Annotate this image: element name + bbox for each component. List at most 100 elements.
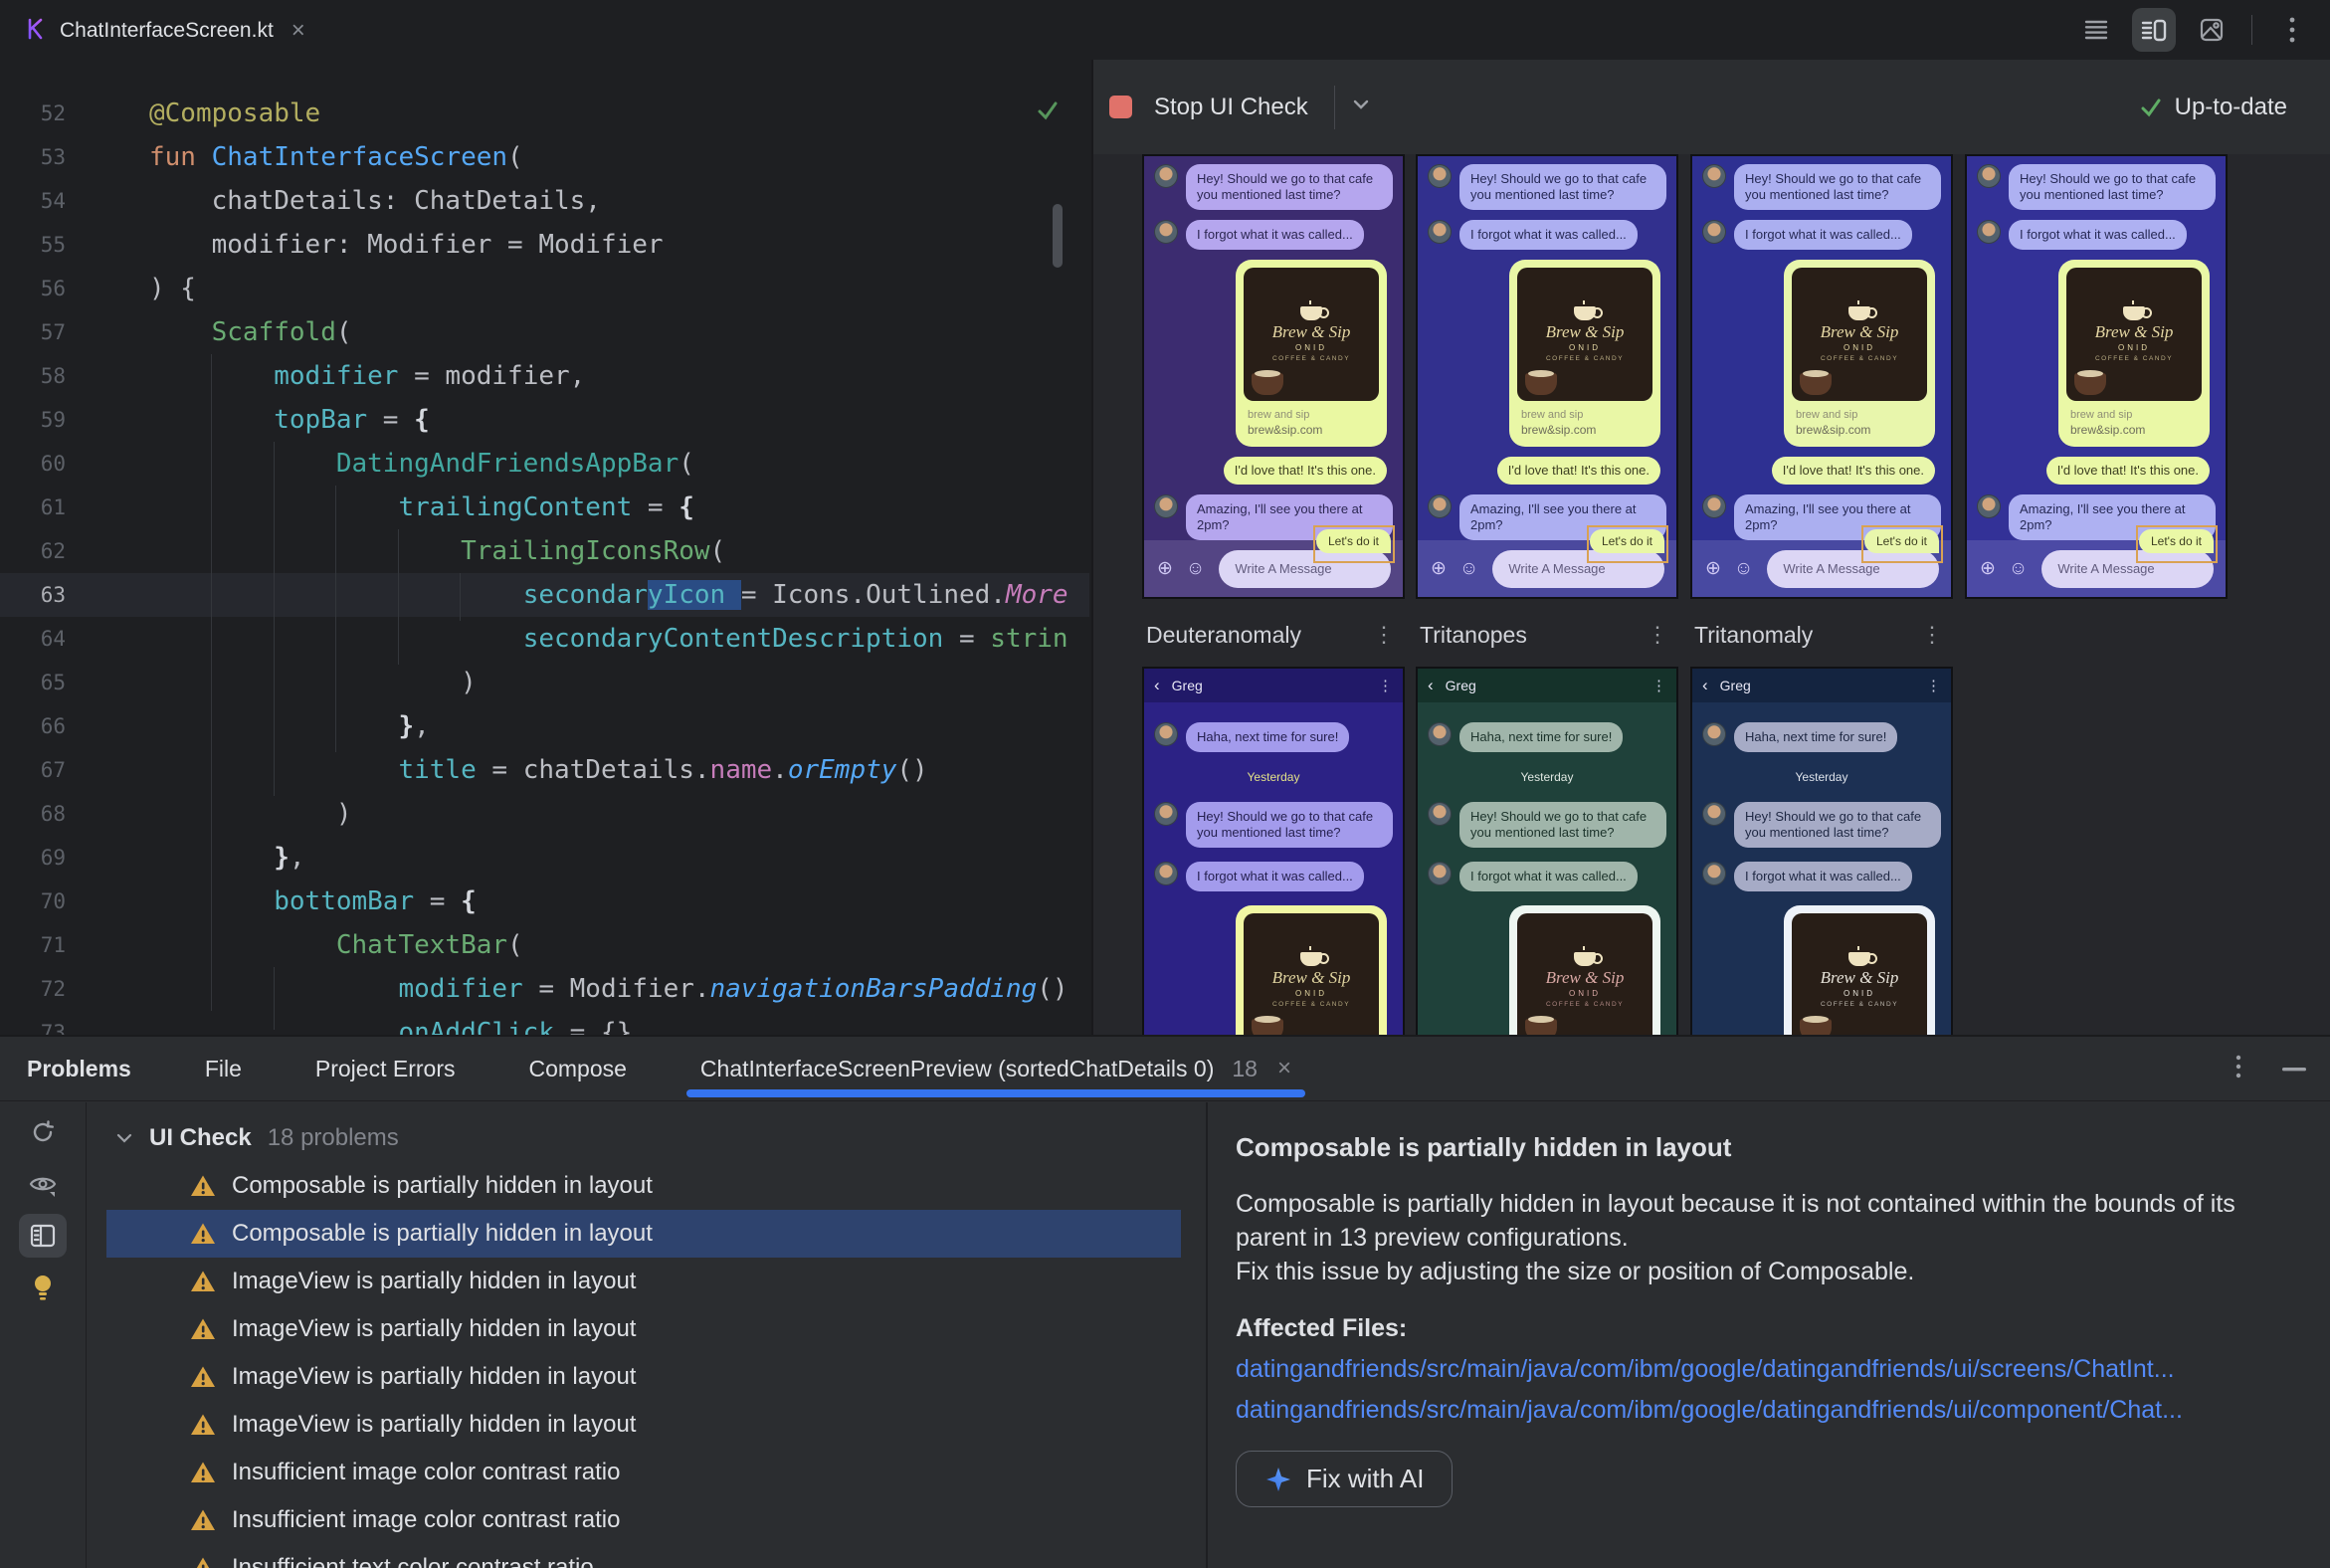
tab-close-icon[interactable]: ×	[291, 17, 305, 45]
chat-menu-icon[interactable]: ⋮	[1378, 677, 1393, 694]
warning-icon	[191, 1366, 215, 1387]
line-number: 53	[40, 145, 66, 169]
line-number: 71	[40, 933, 66, 957]
config-menu-icon[interactable]: ⋮	[1647, 622, 1668, 648]
back-icon[interactable]: ‹	[1428, 676, 1434, 695]
group-title: UI Check	[149, 1124, 252, 1151]
emoji-icon[interactable]: ☺	[1186, 558, 1205, 580]
problem-row[interactable]: Insufficient text color contrast ratio	[106, 1544, 1181, 1568]
add-icon[interactable]: ⊕	[1431, 557, 1447, 580]
coffee-cup-icon	[1574, 946, 1603, 966]
chat-message-left: I forgot what it was called...	[1977, 220, 2216, 250]
chat-bubble: Haha, next time for sure!	[1459, 722, 1624, 752]
kotlin-file-icon	[24, 17, 48, 46]
card-url: brew&sip.com	[1521, 423, 1597, 437]
config-menu-icon[interactable]: ⋮	[1373, 622, 1395, 648]
line-number: 72	[40, 977, 66, 1001]
lightbulb-icon[interactable]	[19, 1266, 67, 1309]
affected-file-link[interactable]: datingandfriends/src/main/java/com/ibm/g…	[1236, 1355, 2290, 1384]
more-menu-icon[interactable]	[2270, 8, 2314, 52]
chat-menu-icon[interactable]: ⋮	[1651, 677, 1666, 694]
problem-row[interactable]: ImageView is partially hidden in layout	[106, 1353, 1181, 1401]
panel-options-icon[interactable]	[2234, 1054, 2242, 1084]
add-icon[interactable]: ⊕	[1980, 557, 1996, 580]
tab-chatinterfacescreenpreview-sortedchatdetails-0-[interactable]: ChatInterfaceScreenPreview (sortedChatDe…	[685, 1055, 1306, 1097]
refresh-icon[interactable]	[19, 1110, 67, 1154]
preview-eye-icon[interactable]	[19, 1162, 67, 1206]
tab-compose[interactable]: Compose	[528, 1056, 626, 1082]
coffee-cup-icon	[1848, 946, 1877, 966]
problem-row[interactable]: Insufficient image color contrast ratio	[106, 1496, 1181, 1544]
emoji-icon[interactable]: ☺	[2009, 558, 2028, 580]
code-editor[interactable]: 52 @Composable 53 fun ChatInterfaceScreen(5…	[0, 60, 1089, 1035]
chat-bubble-outgoing: I'd love that! It's this one.	[1496, 457, 1660, 485]
problem-row[interactable]: Insufficient image color contrast ratio	[106, 1449, 1181, 1496]
problems-group[interactable]: UI Check 18 problems	[86, 1114, 399, 1162]
problem-row[interactable]: Composable is partially hidden in layout	[106, 1162, 1181, 1210]
emoji-icon[interactable]: ☺	[1734, 558, 1753, 580]
minimize-icon[interactable]	[2282, 1060, 2306, 1078]
chat-bubble: I forgot what it was called...	[1734, 220, 1912, 250]
code-text: )	[149, 668, 477, 697]
code-view-icon[interactable]	[2074, 8, 2118, 52]
chat-message-left: Hey! Should we go to that cafe you menti…	[1154, 164, 1393, 210]
stop-icon[interactable]	[1109, 96, 1132, 118]
line-number: 52	[40, 101, 66, 125]
tab-close-icon[interactable]: ×	[1277, 1055, 1291, 1082]
brew-sip-image: Brew & Sip ONID COFFEE & CANDY	[1244, 268, 1379, 401]
layout-issue-highlight	[1587, 525, 1668, 563]
back-icon[interactable]: ‹	[1154, 676, 1160, 695]
editor-scrollbar[interactable]	[1053, 204, 1063, 268]
chat-bubble: I forgot what it was called...	[1459, 220, 1638, 250]
emoji-icon[interactable]: ☺	[1459, 558, 1478, 580]
coffee-photo	[2074, 370, 2106, 395]
problem-row[interactable]: ImageView is partially hidden in layout	[106, 1305, 1181, 1353]
indent-guide	[274, 442, 275, 796]
chat-message-left: Haha, next time for sure!	[1154, 722, 1393, 752]
chevron-down-icon	[116, 1133, 132, 1143]
coffee-photo	[1800, 370, 1832, 395]
warning-icon	[191, 1175, 215, 1196]
avatar	[1154, 862, 1178, 885]
tab-file[interactable]: File	[205, 1056, 242, 1082]
problem-text: Insufficient image color contrast ratio	[232, 1506, 621, 1533]
add-icon[interactable]: ⊕	[1705, 557, 1721, 580]
editor-tab[interactable]: ChatInterfaceScreen.kt ×	[14, 8, 315, 54]
add-icon[interactable]: ⊕	[1157, 557, 1173, 580]
chevron-down-icon[interactable]	[1351, 98, 1371, 116]
line-number: 69	[40, 846, 66, 870]
chat-menu-icon[interactable]: ⋮	[1926, 677, 1941, 694]
affected-file-link[interactable]: datingandfriends/src/main/java/com/ibm/g…	[1236, 1396, 2290, 1425]
config-menu-icon[interactable]: ⋮	[1921, 622, 1943, 648]
chat-message-left: I forgot what it was called...	[1702, 220, 1941, 250]
warning-icon	[191, 1318, 215, 1339]
chat-message-left: I forgot what it was called...	[1702, 862, 1941, 891]
chat-message-left: I forgot what it was called...	[1154, 220, 1393, 250]
design-view-icon[interactable]	[2190, 8, 2233, 52]
toolbar-divider	[2251, 15, 2252, 45]
date-divider: Yesterday	[1795, 770, 1848, 784]
tab-project-errors[interactable]: Project Errors	[315, 1056, 456, 1082]
line-number: 66	[40, 714, 66, 738]
avatar	[1154, 164, 1178, 188]
line-number: 58	[40, 364, 66, 388]
problem-row[interactable]: ImageView is partially hidden in layout	[106, 1401, 1181, 1449]
brand-title: Brew & Sip	[1820, 322, 1899, 341]
inspection-ok-icon[interactable]	[1035, 98, 1061, 128]
layout-issue-highlight	[1861, 525, 1943, 563]
problem-row[interactable]: Composable is partially hidden in layout	[106, 1210, 1181, 1258]
link-preview-card: Brew & Sip ONID COFFEE & CANDY brew and sip…	[1236, 260, 1387, 447]
back-icon[interactable]: ‹	[1702, 676, 1708, 695]
tool-window-title[interactable]: Problems	[27, 1056, 131, 1082]
stop-ui-check-button[interactable]: Stop UI Check	[1154, 94, 1308, 121]
chat-bubble: I forgot what it was called...	[2009, 220, 2187, 250]
code-line: 61 trailingContent = {	[0, 486, 1089, 529]
code-text: )	[149, 799, 352, 829]
check-icon	[2141, 98, 2161, 116]
problem-row[interactable]: ImageView is partially hidden in layout	[106, 1258, 1181, 1305]
details-view-icon[interactable]	[19, 1214, 67, 1258]
coffee-photo	[1525, 1016, 1557, 1035]
split-view-icon[interactable]	[2132, 8, 2176, 52]
fix-with-ai-button[interactable]: Fix with AI	[1236, 1451, 1454, 1507]
code-text: secondaryContentDescription = strin	[522, 624, 1068, 654]
